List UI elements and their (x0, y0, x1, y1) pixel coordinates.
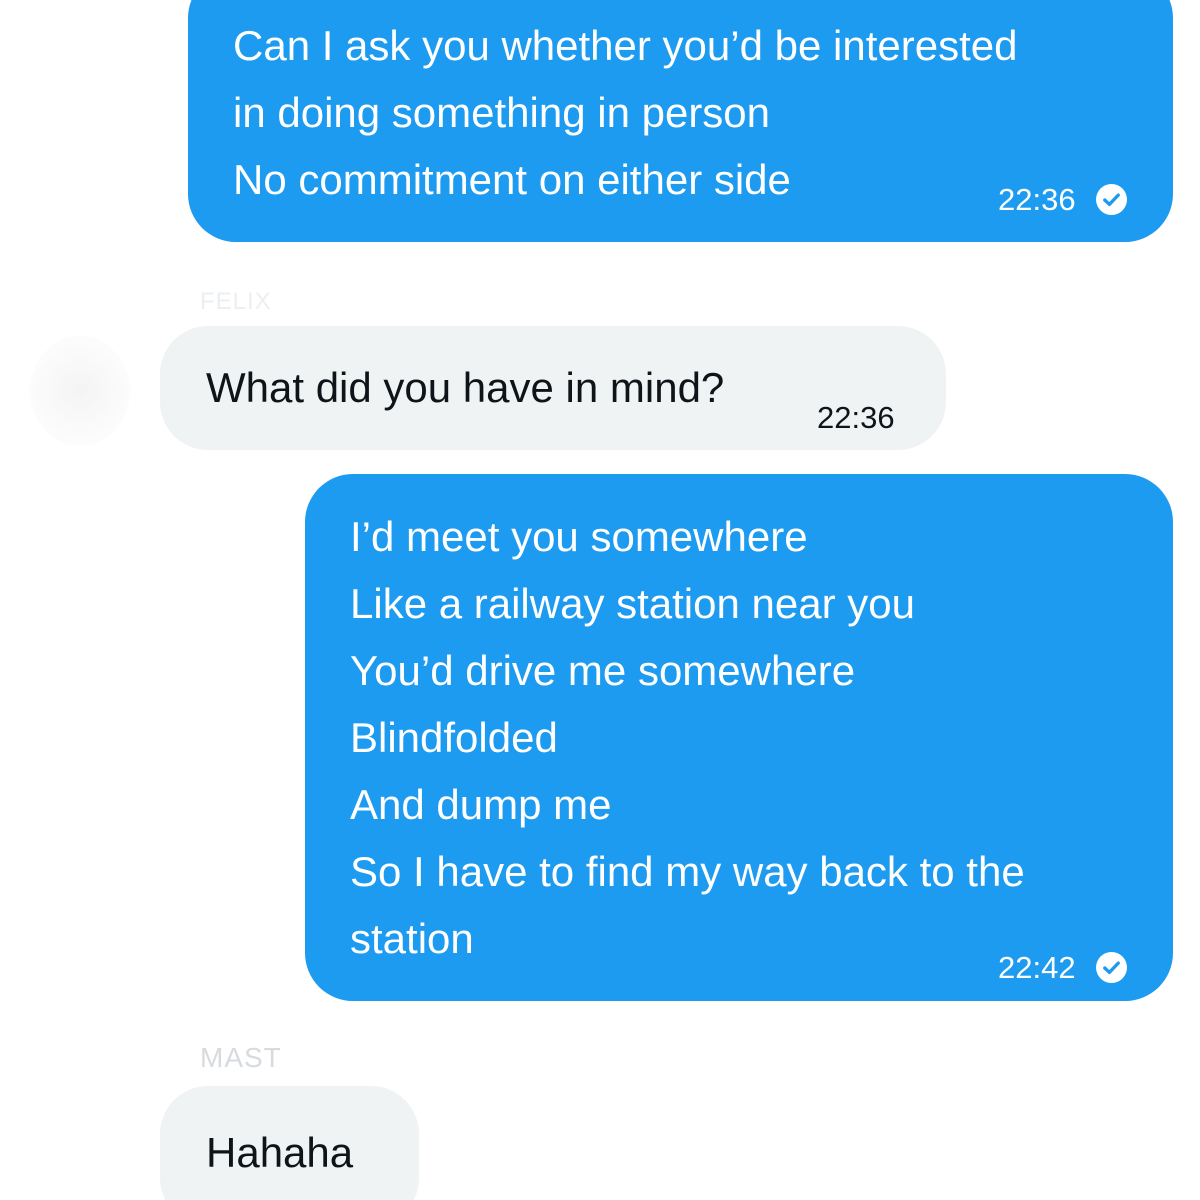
message-bubble-outgoing[interactable]: I’d meet you somewhere Like a railway st… (305, 474, 1173, 1001)
message-text-line: Hahaha (206, 1129, 354, 1176)
message-text-line: I’d meet you somewhere (350, 513, 808, 560)
sender-name: FELIX (200, 288, 272, 315)
avatar[interactable] (30, 336, 130, 446)
message-text-line: So I have to find my way back to the (350, 848, 1025, 895)
message-text-line: And dump me (350, 781, 612, 828)
message-timestamp: 22:36 (998, 182, 1076, 217)
message-bubble-incoming[interactable]: Hahaha (160, 1086, 419, 1200)
read-check-icon (1095, 184, 1127, 215)
sender-name: MAST (200, 1042, 282, 1073)
message-timestamp: 22:42 (998, 950, 1076, 985)
message-text-line: in doing something in person (233, 89, 771, 136)
message-bubble-outgoing[interactable]: Can I ask you whether you’d be intereste… (188, 0, 1173, 242)
message-text-line: Can I ask you whether you’d be intereste… (233, 22, 1018, 69)
message-meta: 22:42 (998, 934, 1127, 1001)
message-meta: 22:36 (998, 166, 1127, 233)
message-text-line: You’d drive me somewhere (350, 647, 856, 694)
read-check-icon (1095, 952, 1127, 983)
message-timestamp: 22:36 (817, 400, 895, 435)
message-bubble-incoming[interactable]: What did you have in mind? 22:36 (160, 326, 946, 450)
message-meta: 22:36 (817, 384, 895, 451)
message-text-line: Like a railway station near you (350, 580, 915, 627)
dm-conversation: Can I ask you whether you’d be intereste… (0, 0, 1200, 1200)
message-text-line: Blindfolded (350, 714, 558, 761)
